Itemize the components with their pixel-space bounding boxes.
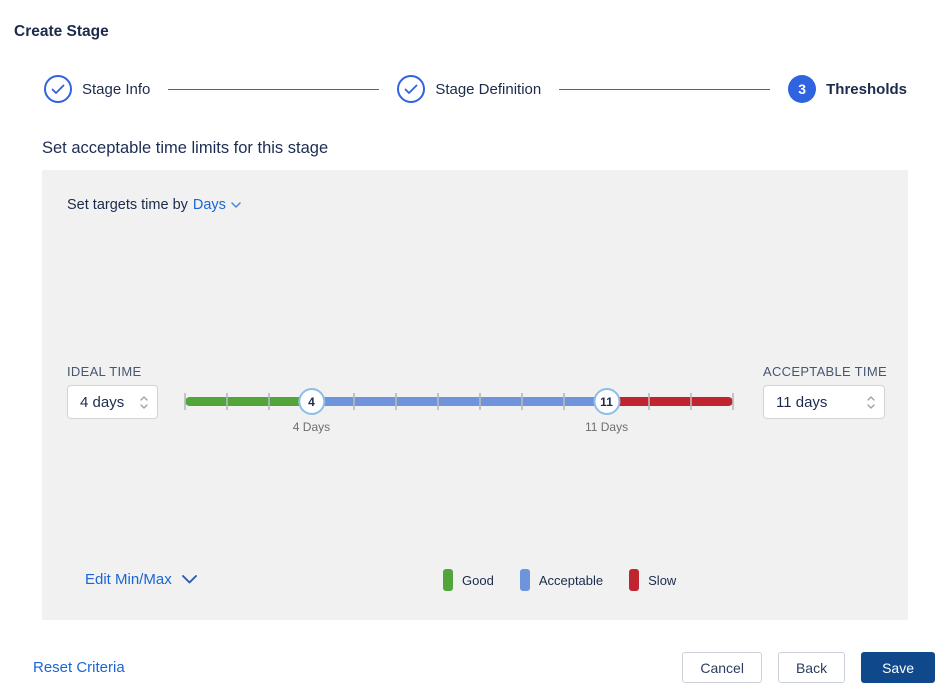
handle-label: 11 Days xyxy=(585,420,628,434)
unit-dropdown-value: Days xyxy=(193,197,226,213)
chevron-up-icon xyxy=(140,396,148,401)
footer-buttons: Cancel Back Save xyxy=(682,652,935,683)
step-label: Thresholds xyxy=(826,81,907,98)
chevron-down-icon xyxy=(867,404,875,409)
unit-dropdown[interactable]: Days xyxy=(193,197,241,213)
edit-minmax-link[interactable]: Edit Min/Max xyxy=(85,571,197,588)
legend-item-good: Good xyxy=(443,569,494,591)
reset-criteria-link[interactable]: Reset Criteria xyxy=(33,659,125,676)
acceptable-time-input[interactable] xyxy=(764,386,884,418)
legend-label: Acceptable xyxy=(539,573,603,588)
chevron-down-icon xyxy=(231,202,241,208)
step-stage-info[interactable]: Stage Info xyxy=(44,75,150,103)
ideal-time-label: IDEAL TIME xyxy=(67,364,142,379)
create-stage-page: Create Stage Stage Info Stage Definition… xyxy=(0,0,948,695)
edit-minmax-label: Edit Min/Max xyxy=(85,571,172,588)
page-title: Create Stage xyxy=(14,23,109,41)
legend-item-slow: Slow xyxy=(629,569,676,591)
slow-swatch-icon xyxy=(629,569,639,591)
decrement-button[interactable] xyxy=(867,404,875,409)
time-range-slider: 4 4 Days 11 11 Days xyxy=(185,370,733,434)
slider-handle-ideal: 4 4 Days xyxy=(293,388,330,434)
step-connector xyxy=(559,89,770,90)
step-number-badge: 3 xyxy=(788,75,816,103)
save-button[interactable]: Save xyxy=(861,652,935,683)
section-heading: Set acceptable time limits for this stag… xyxy=(42,139,328,158)
thresholds-panel: Set targets time by Days IDEAL TIME 4 xyxy=(42,170,908,620)
target-time-row: Set targets time by Days xyxy=(67,197,241,213)
good-swatch-icon xyxy=(443,569,453,591)
step-label: Stage Definition xyxy=(435,81,541,98)
target-time-prefix: Set targets time by xyxy=(67,197,188,213)
step-connector xyxy=(168,89,379,90)
step-label: Stage Info xyxy=(82,81,150,98)
slider-handle[interactable]: 4 xyxy=(298,388,325,415)
slider-track xyxy=(185,397,733,406)
back-button[interactable]: Back xyxy=(778,652,845,683)
acceptable-time-label: ACCEPTABLE TIME xyxy=(763,364,887,379)
increment-button[interactable] xyxy=(140,396,148,401)
check-circle-icon xyxy=(397,75,425,103)
chevron-down-icon xyxy=(182,575,197,584)
decrement-button[interactable] xyxy=(140,404,148,409)
ideal-time-stepper xyxy=(67,385,158,419)
chevron-up-icon xyxy=(867,396,875,401)
cancel-button[interactable]: Cancel xyxy=(682,652,762,683)
stepper: Stage Info Stage Definition 3 Thresholds xyxy=(44,75,907,103)
step-thresholds[interactable]: 3 Thresholds xyxy=(788,75,907,103)
slider-handle[interactable]: 11 xyxy=(593,388,620,415)
legend-item-acceptable: Acceptable xyxy=(520,569,603,591)
legend-label: Good xyxy=(462,573,494,588)
spinner-controls xyxy=(867,386,875,418)
check-circle-icon xyxy=(44,75,72,103)
acceptable-swatch-icon xyxy=(520,569,530,591)
legend-label: Slow xyxy=(648,573,676,588)
spinner-controls xyxy=(140,386,148,418)
segment-acceptable xyxy=(311,397,606,406)
chevron-down-icon xyxy=(140,404,148,409)
slider-handle-acceptable: 11 11 Days xyxy=(585,388,628,434)
handle-label: 4 Days xyxy=(293,420,330,434)
step-stage-definition[interactable]: Stage Definition xyxy=(397,75,541,103)
increment-button[interactable] xyxy=(867,396,875,401)
legend: Good Acceptable Slow xyxy=(443,569,676,591)
acceptable-time-stepper xyxy=(763,385,885,419)
